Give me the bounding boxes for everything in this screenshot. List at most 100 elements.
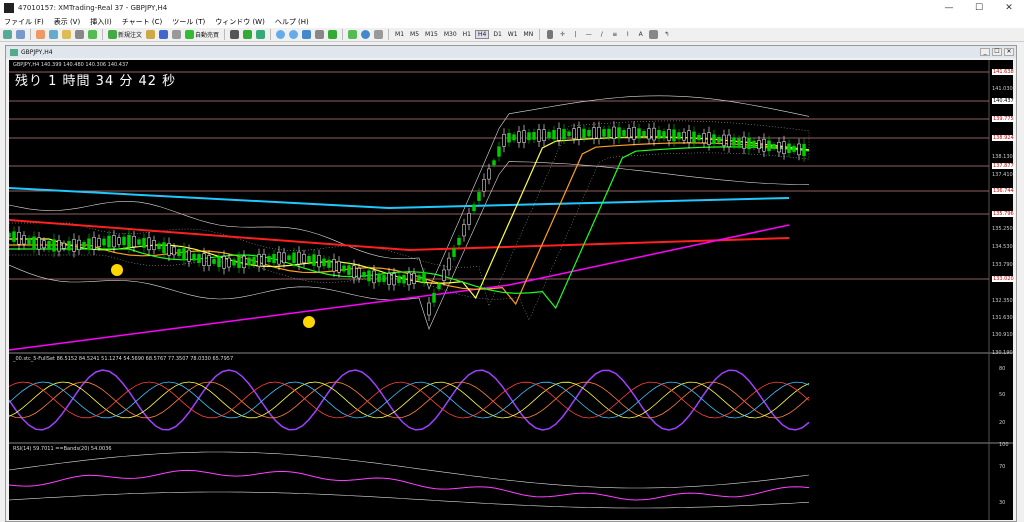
vertical-line-button[interactable]: |	[570, 29, 581, 40]
chart-maximize-button[interactable]: ☐	[992, 48, 1002, 56]
candle-body	[222, 256, 226, 269]
line-chart-button[interactable]	[255, 29, 266, 40]
candle-body	[147, 237, 151, 251]
timeframe-w1[interactable]: W1	[506, 31, 520, 38]
chart-close-button[interactable]: ✕	[1004, 48, 1014, 56]
candle-body	[572, 128, 576, 139]
level-price-tag: 137.877	[992, 163, 1015, 169]
candlestick-button[interactable]	[242, 29, 253, 40]
timeframe-m1[interactable]: M1	[393, 31, 406, 38]
arrows-button[interactable]: ↰	[661, 29, 672, 40]
candle-body	[197, 254, 201, 263]
data-window-button[interactable]	[48, 29, 59, 40]
candle-body	[777, 141, 781, 153]
trendline-button[interactable]: /	[596, 29, 607, 40]
close-button[interactable]: ✕	[994, 3, 1024, 13]
menu-window[interactable]: ウィンドウ (W)	[215, 17, 265, 27]
timeframe-m30[interactable]: M30	[442, 31, 459, 38]
strategy-tester-button[interactable]	[87, 29, 98, 40]
timeframe-d1[interactable]: D1	[491, 31, 503, 38]
candle-body	[12, 231, 16, 242]
cursor-button[interactable]	[544, 29, 555, 40]
channel-button[interactable]: ≡	[609, 29, 620, 40]
candle-body	[332, 259, 336, 272]
market-watch-button[interactable]	[35, 29, 46, 40]
candle-body	[802, 143, 806, 157]
menu-help[interactable]: ヘルプ (H)	[275, 17, 309, 27]
candle-body	[347, 265, 351, 275]
market-button[interactable]	[171, 29, 182, 40]
timeframe-m15[interactable]: M15	[423, 31, 440, 38]
candle-body	[272, 253, 276, 264]
profiles-button[interactable]	[15, 29, 26, 40]
price-tick: 141.030	[992, 86, 1013, 92]
crosshair-button[interactable]: ✛	[557, 29, 568, 40]
templates-button[interactable]	[373, 29, 384, 40]
auto-scroll-button[interactable]	[327, 29, 338, 40]
chart-window: GBPJPY,H4 _ ☐ ✕ GBPJPY,H4 140.399 140.48…	[5, 45, 1017, 522]
candle-body	[232, 259, 236, 266]
candle-body	[367, 270, 371, 282]
current-price-tag: 140.437	[992, 98, 1015, 104]
menu-file[interactable]: ファイル (F)	[4, 17, 44, 27]
timeframe-h1[interactable]: H1	[461, 31, 473, 38]
chart-minimize-button[interactable]: _	[980, 48, 990, 56]
toolbar-divider	[342, 29, 344, 40]
candle-body	[62, 242, 66, 249]
price-tick: 138.130	[992, 154, 1013, 160]
zoom-out-button[interactable]	[288, 29, 299, 40]
fibonacci-button[interactable]: ⌇	[622, 29, 633, 40]
menu-chart[interactable]: チャート (C)	[122, 17, 163, 27]
new-chart-button[interactable]	[2, 29, 13, 40]
candle-body	[392, 273, 396, 286]
candle-body	[117, 237, 121, 245]
periods-button[interactable]	[360, 29, 371, 40]
chart-shift-button[interactable]	[314, 29, 325, 40]
candle-body	[477, 192, 481, 201]
stochastic-line	[9, 381, 810, 419]
candle-body	[77, 239, 81, 251]
candle-body	[467, 213, 471, 225]
candle-body	[727, 134, 731, 148]
new-order-button[interactable]: 新規注文	[107, 29, 143, 40]
navigator-button[interactable]	[61, 29, 72, 40]
signals-button[interactable]	[158, 29, 169, 40]
chart-canvas[interactable]: GBPJPY,H4 140.399 140.480 140.306 140.43…	[9, 60, 1015, 520]
text-tool-icon: A	[638, 31, 643, 38]
chart-window-icon	[10, 48, 18, 56]
terminal-icon	[75, 30, 84, 39]
candle-body	[142, 237, 146, 248]
menu-view[interactable]: 表示 (V)	[54, 17, 80, 27]
timeframe-m5[interactable]: M5	[408, 31, 421, 38]
horizontal-line-button[interactable]: —	[583, 29, 594, 40]
menu-insert[interactable]: 挿入(I)	[90, 17, 112, 27]
candle-body	[507, 132, 511, 143]
terminal-button[interactable]	[74, 29, 85, 40]
zoom-in-button[interactable]	[275, 29, 286, 40]
window-titlebar: 47010157: XMTrading-Real 37 - GBPJPY,H4 …	[0, 0, 1024, 16]
signals-icon	[159, 30, 169, 39]
candle-body	[357, 268, 361, 279]
auto-trade-button[interactable]: 自動売買	[184, 29, 220, 40]
minimize-button[interactable]: —	[934, 3, 964, 13]
text-label-button[interactable]	[648, 29, 659, 40]
level-price-tag: 136.744	[992, 188, 1015, 194]
signal-star-marker	[303, 316, 315, 328]
bar-chart-button[interactable]	[229, 29, 240, 40]
candle-body	[42, 240, 46, 249]
indicators-button[interactable]	[347, 29, 358, 40]
text-button[interactable]: A	[635, 29, 646, 40]
stoch-scale-tick: 20	[999, 420, 1006, 426]
candle-body	[647, 128, 651, 140]
toolbar-divider	[224, 29, 226, 40]
candle-body	[172, 246, 176, 256]
maximize-button[interactable]: ☐	[964, 3, 994, 13]
candle-body	[542, 129, 546, 141]
timeframe-mn[interactable]: MN	[522, 31, 536, 38]
tile-windows-button[interactable]	[301, 29, 312, 40]
metaeditor-button[interactable]	[145, 29, 156, 40]
candle-body	[497, 146, 501, 157]
menu-tools[interactable]: ツール (T)	[172, 17, 205, 27]
bollinger-upper	[9, 95, 810, 290]
timeframe-h4[interactable]: H4	[475, 30, 490, 39]
